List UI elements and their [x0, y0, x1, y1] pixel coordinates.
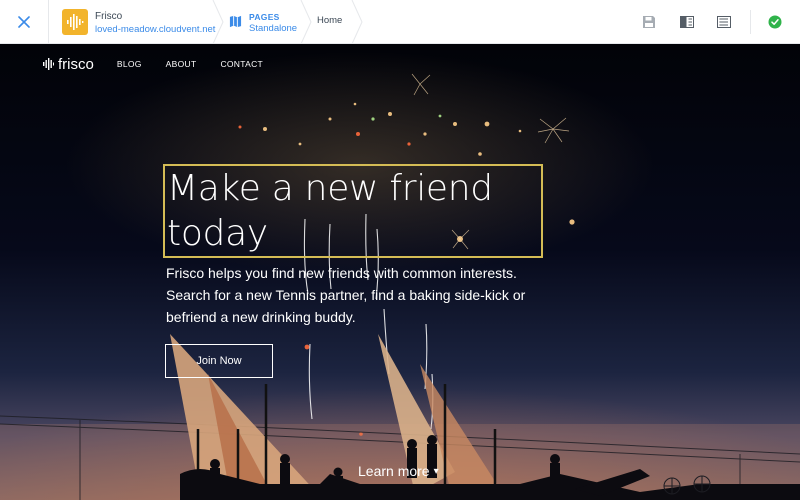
join-now-button[interactable]: Join Now: [165, 344, 273, 378]
site-url[interactable]: loved-meadow.cloudvent.net: [95, 23, 215, 36]
close-button[interactable]: [0, 0, 49, 44]
pages-collection: Standalone: [249, 23, 298, 34]
waveform-icon: [67, 14, 84, 30]
breadcrumb-pages[interactable]: PAGES Standalone: [249, 11, 297, 35]
breadcrumb-separator: [300, 0, 312, 44]
learn-more-link[interactable]: Learn more ▾: [358, 463, 439, 479]
site-name: Frisco: [95, 11, 123, 22]
split-view-icon: [680, 16, 694, 28]
hero-description[interactable]: Frisco helps you find new friends with c…: [166, 262, 546, 328]
content-view-icon: [717, 16, 731, 28]
check-circle-icon: [768, 15, 782, 29]
hero-section: frisco BLOG ABOUT CONTACT Make a new fri…: [0, 44, 800, 500]
close-icon: [18, 16, 30, 28]
status-indicator[interactable]: [765, 12, 785, 32]
waveform-icon: [43, 58, 54, 70]
site-nav: frisco BLOG ABOUT CONTACT: [43, 53, 263, 75]
toolbar-divider: [750, 10, 751, 34]
logo-text: frisco: [58, 55, 94, 73]
content-view-button[interactable]: [714, 12, 734, 32]
learn-more-label: Learn more: [358, 463, 430, 479]
nav-link-blog[interactable]: BLOG: [117, 59, 142, 69]
site-info[interactable]: Frisco loved-meadow.cloudvent.net: [95, 10, 215, 36]
save-button[interactable]: [639, 12, 659, 32]
nav-link-about[interactable]: ABOUT: [166, 59, 197, 69]
hero-heading[interactable]: Make a new friend today: [167, 166, 537, 256]
nav-link-contact[interactable]: CONTACT: [220, 59, 263, 69]
breadcrumb-current-page[interactable]: Home: [317, 15, 342, 26]
breadcrumb-separator: [351, 0, 363, 44]
pages-label: PAGES: [249, 12, 280, 22]
map-icon: [229, 15, 242, 28]
editor-toolbar: Frisco loved-meadow.cloudvent.net PAGES …: [0, 0, 800, 44]
breadcrumb-separator: [212, 0, 224, 44]
save-icon: [643, 16, 655, 28]
site-badge[interactable]: [62, 9, 88, 35]
site-logo[interactable]: frisco: [43, 56, 94, 73]
caret-down-icon: ▾: [433, 465, 439, 477]
split-view-button[interactable]: [677, 12, 697, 32]
